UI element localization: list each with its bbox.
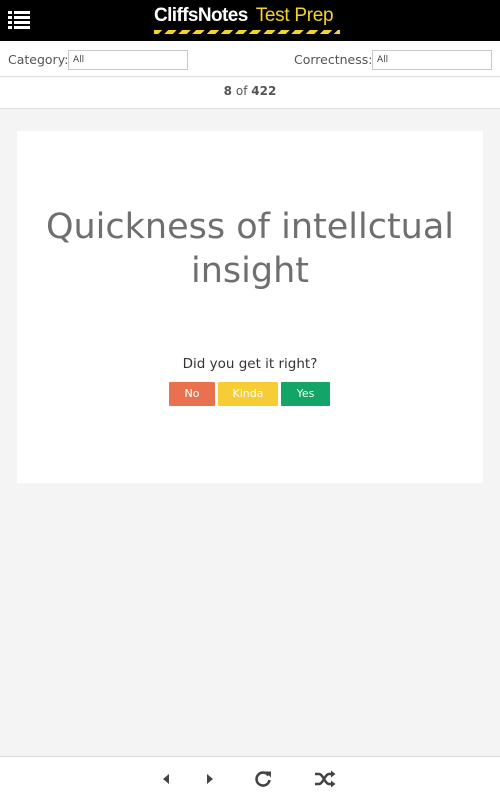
next-icon [207, 774, 213, 784]
category-label: Category: [8, 52, 69, 67]
question-text: Quickness of intellctual insight [45, 207, 455, 291]
refresh-icon [255, 771, 271, 787]
yes-button[interactable]: Yes [281, 382, 330, 406]
previous-icon [163, 774, 169, 784]
app-header: CliffsNotes Test Prep [0, 0, 500, 41]
restart-button[interactable] [252, 769, 274, 789]
no-button[interactable]: No [169, 382, 215, 406]
kinda-button[interactable]: Kinda [218, 382, 278, 406]
correctness-select[interactable]: All [372, 50, 492, 70]
card-counter: 8 of 422 [0, 78, 500, 109]
brand-main-text: CliffsNotes [154, 5, 248, 26]
bottom-toolbar [0, 756, 500, 800]
filter-bar: Category: All Correctness: All [0, 41, 500, 77]
menu-button[interactable] [8, 10, 30, 30]
hazard-stripe [154, 30, 340, 34]
previous-button[interactable] [155, 769, 177, 789]
counter-current: 8 [223, 84, 233, 98]
shuffle-icon [315, 770, 336, 788]
category-select[interactable]: All [68, 50, 188, 70]
shuffle-button[interactable] [314, 769, 336, 789]
next-button[interactable] [199, 769, 221, 789]
brand-sub-text: Test Prep [255, 5, 334, 26]
counter-of: of [235, 84, 248, 98]
flashcard[interactable]: Quickness of intellctual insight Did you… [17, 131, 483, 483]
correctness-label: Correctness: [294, 52, 373, 67]
list-menu-icon [8, 11, 30, 29]
self-assessment-prompt: Did you get it right? [182, 356, 318, 372]
counter-total: 422 [251, 84, 277, 98]
